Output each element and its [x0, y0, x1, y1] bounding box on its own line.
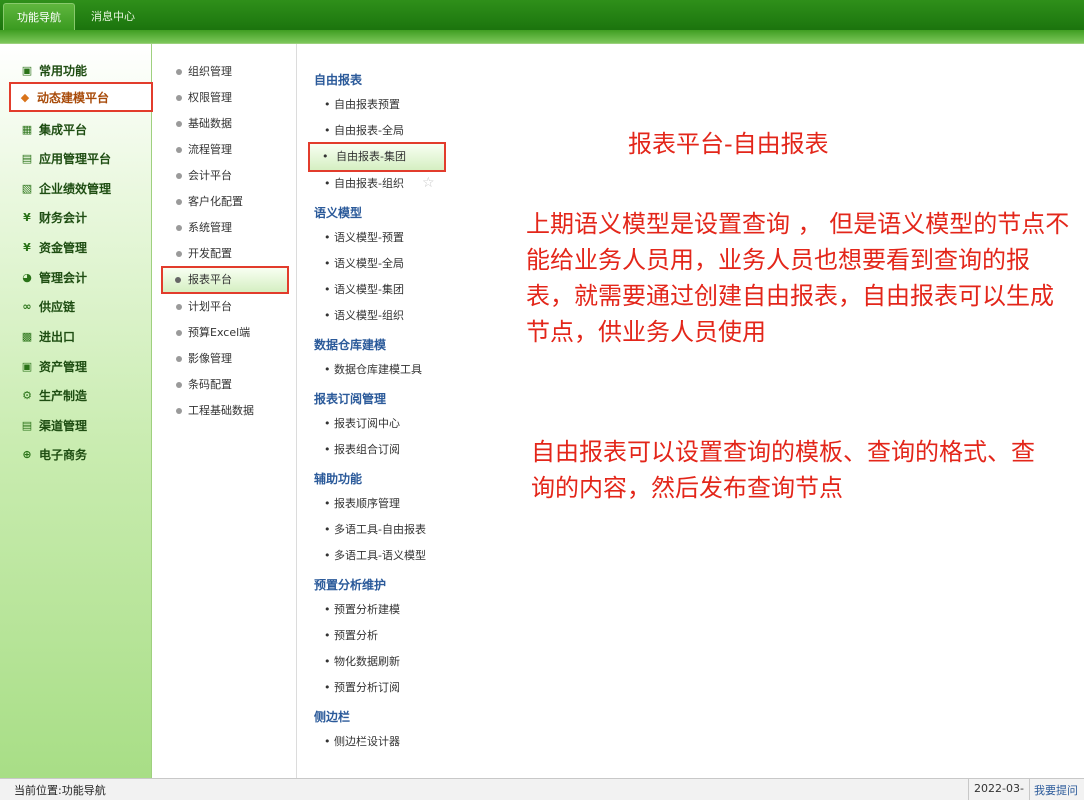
function-item[interactable]: 多语工具-自由报表: [324, 521, 426, 539]
asset-icon: ▣: [21, 359, 33, 373]
current-location: 当前位置:功能导航: [14, 784, 106, 797]
annotation-paragraph: 上期语义模型是设置查询 ， 但是语义模型的节点不能给业务人员用，业务人员也想要看…: [526, 210, 1070, 346]
left-nav-item-integration[interactable]: ▦ 集成平台: [20, 119, 87, 139]
function-item[interactable]: 语义模型-全局: [324, 255, 404, 273]
finance-icon: ¥: [23, 210, 31, 224]
top-bar: 功能导航 消息中心: [0, 0, 1084, 44]
left-nav-item-supply-chain[interactable]: ∞ 供应链: [20, 296, 75, 316]
left-nav-label: 财务会计: [39, 210, 88, 225]
sub-nav-item[interactable]: 权限管理: [176, 89, 232, 107]
app-icon: ▤: [21, 151, 33, 165]
left-nav-label: 供应链: [39, 299, 76, 314]
left-nav-label: 进出口: [39, 329, 76, 344]
left-nav-label: 集成平台: [39, 122, 88, 137]
function-item[interactable]: 报表订阅中心: [324, 415, 400, 433]
left-nav-label: 常用功能: [39, 63, 88, 78]
group-title: 辅助功能: [314, 472, 363, 486]
tab-message-center[interactable]: 消息中心: [80, 3, 146, 30]
group-title: 报表订阅管理: [314, 392, 387, 406]
channel-icon: ▤: [21, 418, 33, 432]
grid-icon: ▦: [21, 122, 33, 136]
left-nav-label: 资产管理: [39, 359, 88, 374]
group-title: 侧边栏: [314, 710, 351, 724]
left-nav-item-import-export[interactable]: ▩ 进出口: [20, 326, 75, 346]
top-bar-band: [0, 30, 1084, 44]
sub-nav-item[interactable]: 计划平台: [176, 298, 232, 316]
link-icon: ∞: [22, 299, 32, 313]
sub-nav-item[interactable]: 会计平台: [176, 167, 232, 185]
function-item[interactable]: 自由报表预置: [324, 96, 400, 114]
function-item[interactable]: 自由报表-组织: [324, 175, 404, 193]
function-item[interactable]: 侧边栏设计器: [324, 733, 400, 751]
group-title: 预置分析维护: [314, 578, 387, 592]
left-nav-item-common[interactable]: ▣ 常用功能: [20, 60, 87, 80]
yen-icon: ¥: [23, 240, 31, 254]
function-item[interactable]: 语义模型-组织: [324, 307, 404, 325]
function-item[interactable]: 语义模型-预置: [324, 229, 404, 247]
function-item[interactable]: 多语工具-语义模型: [324, 547, 426, 565]
sub-nav-item[interactable]: 影像管理: [176, 350, 232, 368]
function-item-free-report-group[interactable]: 自由报表-集团: [308, 142, 446, 172]
left-nav-label: 渠道管理: [39, 418, 88, 433]
ecommerce-icon: ⊕: [22, 447, 32, 461]
function-item[interactable]: 预置分析建模: [324, 601, 400, 619]
left-nav-item-finance[interactable]: ¥ 财务会计: [20, 207, 87, 227]
function-item[interactable]: 预置分析: [324, 627, 378, 645]
left-nav-item-funds[interactable]: ¥ 资金管理: [20, 237, 87, 257]
left-nav-label: 动态建模平台: [37, 90, 110, 105]
monitor-icon: ▣: [21, 63, 33, 77]
gear-icon: ⚙: [22, 388, 32, 402]
left-nav-label: 应用管理平台: [39, 151, 112, 166]
group-title: 语义模型: [314, 206, 363, 220]
left-nav-label: 管理会计: [39, 270, 88, 285]
sub-nav-item[interactable]: 流程管理: [176, 141, 232, 159]
ship-icon: ▩: [21, 329, 33, 343]
group-title: 自由报表: [314, 73, 363, 87]
ask-question-link[interactable]: 我要提问: [1034, 782, 1078, 798]
left-nav-label: 企业绩效管理: [39, 181, 112, 196]
left-nav-item-manufacturing[interactable]: ⚙ 生产制造: [20, 385, 87, 405]
function-item[interactable]: 报表组合订阅: [324, 441, 400, 459]
sub-nav-item-report-platform[interactable]: 报表平台: [161, 266, 289, 294]
gauge-icon: ◕: [22, 270, 32, 284]
cube-icon: ◆: [20, 90, 30, 104]
sub-nav-item[interactable]: 基础数据: [176, 115, 232, 133]
function-item[interactable]: 物化数据刷新: [324, 653, 400, 671]
chart-icon: ▧: [21, 181, 33, 195]
left-nav-item-management-accounting[interactable]: ◕ 管理会计: [20, 267, 87, 287]
function-content: 自由报表 自由报表预置 自由报表-全局 自由报表-集团 自由报表-组织 ☆ 语义…: [298, 44, 1084, 778]
sub-nav-item[interactable]: 预算Excel端: [175, 324, 250, 342]
sub-nav-item[interactable]: 组织管理: [176, 63, 232, 81]
function-item[interactable]: 语义模型-集团: [324, 281, 404, 299]
sub-nav: 组织管理 权限管理 基础数据 流程管理 会计平台 客户化配置 系统管理 开发配置…: [153, 44, 297, 778]
favorite-star-icon[interactable]: ☆: [422, 175, 435, 191]
left-nav-label: 电子商务: [39, 447, 88, 462]
annotation-title: 报表平台-自由报表: [628, 130, 829, 158]
group-title: 数据仓库建模: [314, 338, 387, 352]
sub-nav-item[interactable]: 工程基础数据: [176, 402, 254, 420]
left-nav: ▣ 常用功能 ◆ 动态建模平台 ▦ 集成平台 ▤ 应用管理平台 ▧ 企业绩效管理…: [0, 44, 153, 778]
left-nav-item-performance[interactable]: ▧ 企业绩效管理: [20, 178, 111, 198]
annotation-paragraph: 自由报表可以设置查询的模板、查询的格式、查询的内容，然后发布查询节点: [531, 438, 1035, 502]
left-nav-item-channels[interactable]: ▤ 渠道管理: [20, 415, 87, 435]
function-item[interactable]: 预置分析订阅: [324, 679, 400, 697]
sub-nav-item[interactable]: 系统管理: [176, 219, 232, 237]
function-item[interactable]: 自由报表-全局: [324, 122, 404, 140]
status-date: 2022-03-11: [968, 779, 1030, 800]
sub-nav-item[interactable]: 客户化配置: [176, 193, 243, 211]
left-nav-item-assets[interactable]: ▣ 资产管理: [20, 356, 87, 376]
sub-nav-item[interactable]: 开发配置: [176, 245, 232, 263]
left-nav-item-ecommerce[interactable]: ⊕ 电子商务: [20, 444, 87, 464]
left-nav-label: 生产制造: [39, 388, 88, 403]
left-nav-item-app-management[interactable]: ▤ 应用管理平台: [20, 148, 111, 168]
left-nav-item-dynamic-modeling[interactable]: ◆ 动态建模平台: [9, 82, 153, 112]
status-bar: 当前位置:功能导航 2022-03-11 我要提问: [0, 778, 1084, 800]
tab-function-nav[interactable]: 功能导航: [3, 3, 75, 30]
function-item[interactable]: 数据仓库建模工具: [324, 361, 422, 379]
function-item[interactable]: 报表顺序管理: [324, 495, 400, 513]
left-nav-label: 资金管理: [39, 240, 88, 255]
sub-nav-item[interactable]: 条码配置: [176, 376, 232, 394]
